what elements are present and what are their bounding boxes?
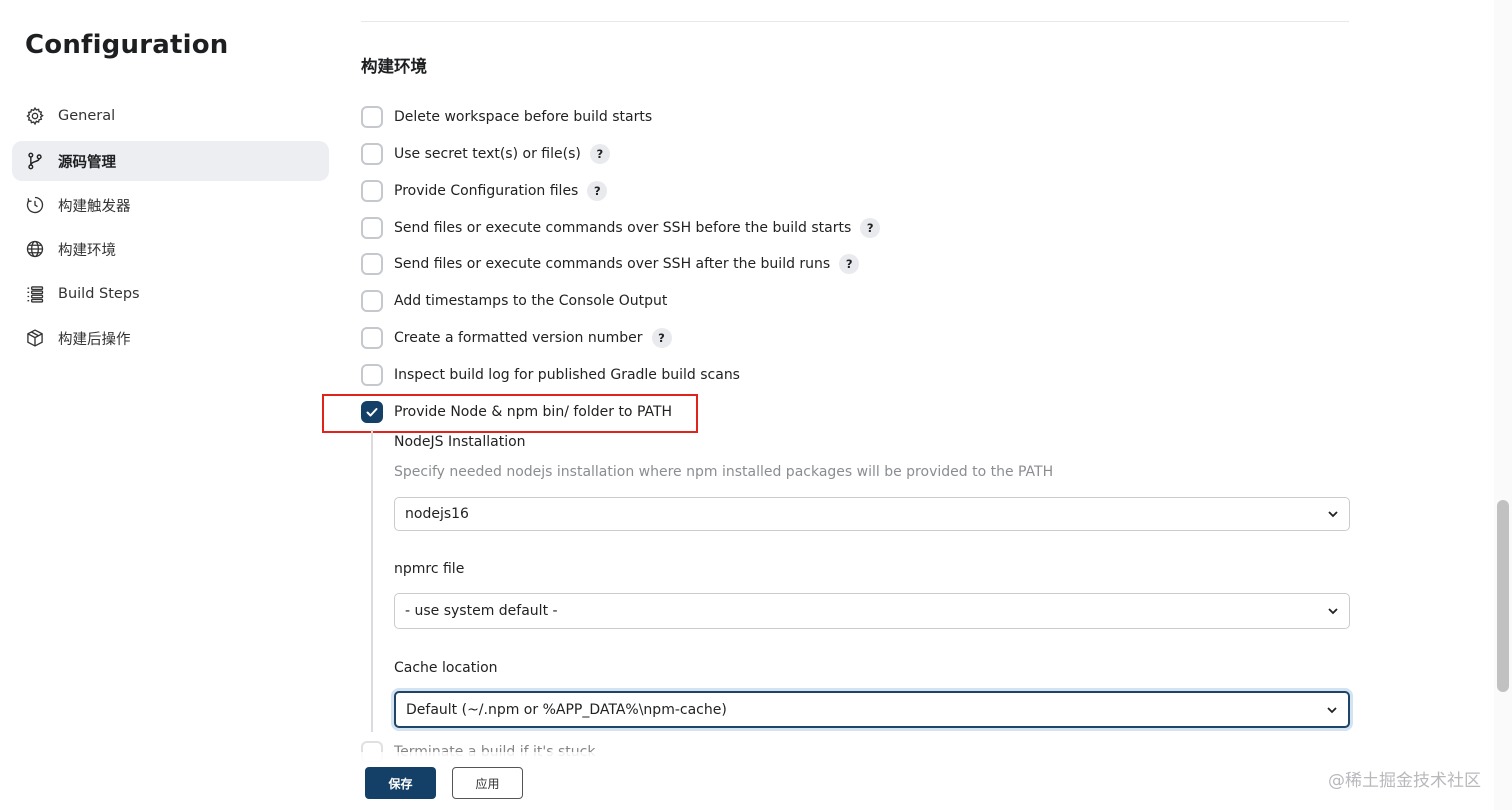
help-icon[interactable]: ? <box>839 254 860 274</box>
select-value: - use system default - <box>405 603 558 619</box>
checkbox[interactable] <box>361 327 383 349</box>
checkbox[interactable] <box>361 106 383 128</box>
nodejs-installation-select[interactable]: nodejs16 <box>394 497 1350 531</box>
checkbox-checked[interactable] <box>361 401 383 423</box>
sidebar-item-label: 构建触发器 <box>58 198 131 215</box>
option-label: Provide Node & npm bin/ folder to PATH <box>394 404 673 420</box>
option-add-timestamps[interactable]: Add timestamps to the Console Output <box>361 289 667 313</box>
help-icon[interactable]: ? <box>860 218 881 238</box>
option-label: Delete workspace before build starts <box>394 109 653 125</box>
sidebar-item-build-environment[interactable]: 构建环境 <box>12 229 329 269</box>
checkbox[interactable] <box>361 290 383 312</box>
npmrc-file-select[interactable]: - use system default - <box>394 593 1350 629</box>
cache-location-select[interactable]: Default (~/.npm or %APP_DATA%\npm-cache) <box>394 691 1350 728</box>
option-label: Create a formatted version number <box>394 330 643 346</box>
checkbox[interactable] <box>361 180 383 202</box>
section-divider <box>361 21 1349 22</box>
page-scrollbar[interactable] <box>1494 0 1512 810</box>
list-icon <box>24 283 46 305</box>
checkbox[interactable] <box>361 143 383 165</box>
select-value: Default (~/.npm or %APP_DATA%\npm-cache) <box>406 701 727 718</box>
help-icon[interactable]: ? <box>587 181 608 201</box>
checkmark-icon <box>366 408 378 417</box>
option-config-files[interactable]: Provide Configuration files ? <box>361 179 608 203</box>
sidebar-item-label: Build Steps <box>58 286 140 302</box>
sidebar-item-post-build-actions[interactable]: 构建后操作 <box>12 318 329 358</box>
node-settings-panel: NodeJS Installation Specify needed nodej… <box>371 430 1351 732</box>
cube-icon <box>24 327 46 349</box>
option-node-npm-path[interactable]: Provide Node & npm bin/ folder to PATH <box>361 400 672 424</box>
option-label: Provide Configuration files <box>394 183 579 199</box>
nodejs-installation-description: Specify needed nodejs installation where… <box>394 464 1054 480</box>
option-gradle-scans[interactable]: Inspect build log for published Gradle b… <box>361 363 740 387</box>
option-label: Send files or execute commands over SSH … <box>394 220 852 236</box>
sidebar-item-label: General <box>58 108 116 124</box>
sidebar-item-build-steps[interactable]: Build Steps <box>12 274 329 314</box>
checkbox[interactable] <box>361 253 383 275</box>
option-label: Send files or execute commands over SSH … <box>394 256 831 272</box>
sidebar-item-general[interactable]: General <box>12 96 329 136</box>
option-delete-workspace[interactable]: Delete workspace before build starts <box>361 105 652 129</box>
main-content: 构建环境 Delete workspace before build start… <box>322 0 1351 810</box>
page-title: Configuration <box>25 30 229 60</box>
option-label: Use secret text(s) or file(s) <box>394 146 581 162</box>
select-value: nodejs16 <box>405 506 469 522</box>
help-icon[interactable]: ? <box>589 144 610 164</box>
gear-icon <box>24 105 46 127</box>
sidebar: Configuration General 源码管理 构建触发器 构建环境 Bu… <box>0 0 340 810</box>
chevron-down-icon <box>1328 511 1338 518</box>
option-ssh-before-build[interactable]: Send files or execute commands over SSH … <box>361 216 881 240</box>
save-button[interactable]: 保存 <box>365 767 436 799</box>
watermark: @稀土掘金技术社区 <box>1328 771 1481 791</box>
sidebar-item-source-control[interactable]: 源码管理 <box>12 141 329 181</box>
help-icon[interactable]: ? <box>651 328 672 348</box>
checkbox[interactable] <box>361 217 383 239</box>
apply-button[interactable]: 应用 <box>452 767 523 799</box>
sidebar-item-build-triggers[interactable]: 构建触发器 <box>12 185 329 225</box>
option-secret-text[interactable]: Use secret text(s) or file(s) ? <box>361 142 610 166</box>
option-ssh-after-build[interactable]: Send files or execute commands over SSH … <box>361 252 860 276</box>
option-label: Inspect build log for published Gradle b… <box>394 367 740 383</box>
chevron-down-icon <box>1328 608 1338 615</box>
nodejs-installation-label: NodeJS Installation <box>394 434 526 450</box>
section-title: 构建环境 <box>361 57 427 76</box>
branch-icon <box>24 150 46 172</box>
checkbox[interactable] <box>361 364 383 386</box>
option-label: Add timestamps to the Console Output <box>394 293 668 309</box>
npmrc-file-label: npmrc file <box>394 561 465 577</box>
cache-location-label: Cache location <box>394 660 498 676</box>
chevron-down-icon <box>1327 706 1337 713</box>
scrollbar-thumb[interactable] <box>1497 500 1509 692</box>
globe-icon <box>24 238 46 260</box>
sidebar-item-label: 源码管理 <box>58 154 116 171</box>
sidebar-item-label: 构建后操作 <box>58 331 131 348</box>
option-version-number[interactable]: Create a formatted version number ? <box>361 326 672 350</box>
sidebar-item-label: 构建环境 <box>58 242 116 259</box>
timer-icon <box>24 194 46 216</box>
